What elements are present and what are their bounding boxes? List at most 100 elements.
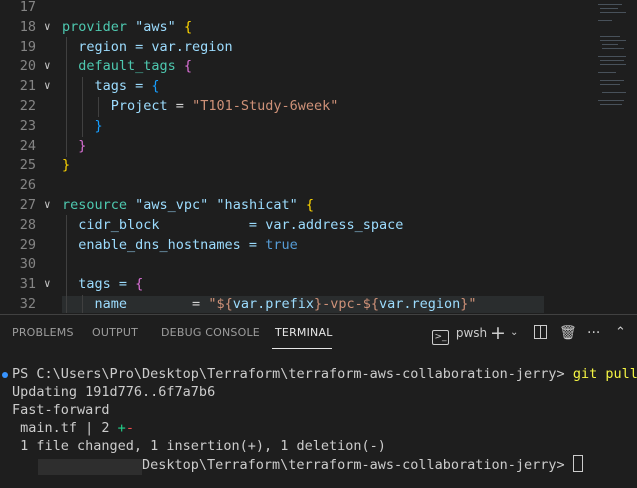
line-number: 25 bbox=[19, 157, 36, 174]
terminal-line: Desktop\Terraform\terraform-aws-collabor… bbox=[142, 455, 583, 473]
minimap-line bbox=[602, 92, 626, 93]
line-number: 31 bbox=[19, 276, 36, 293]
active-tab-indicator bbox=[272, 348, 332, 349]
tab-output[interactable]: OUTPUT bbox=[92, 326, 138, 339]
minimap-line bbox=[602, 44, 618, 45]
minimap-line bbox=[598, 56, 626, 57]
code-line[interactable]: 27 ∨ resource "aws_vpc" "hashicat" { bbox=[0, 195, 590, 215]
line-number: 29 bbox=[19, 236, 36, 253]
minimap-line bbox=[600, 80, 624, 81]
code-line[interactable]: 25} bbox=[0, 155, 590, 175]
fold-chevron-icon[interactable]: ∨ bbox=[44, 274, 58, 294]
code-line[interactable]: 31 ∨ tags = { bbox=[0, 274, 590, 294]
panel-tab-bar: PROBLEMS OUTPUT DEBUG CONSOLE TERMINAL >… bbox=[0, 315, 637, 351]
minimap-line bbox=[600, 12, 626, 13]
fold-chevron-icon[interactable]: ∨ bbox=[44, 76, 58, 96]
code-text: Project = "T101-Study-6week" bbox=[62, 98, 339, 114]
code-editor[interactable]: 17 18 ∨ provider "aws" {19 region = var.reg… bbox=[0, 0, 637, 313]
line-number: 24 bbox=[19, 137, 36, 154]
code-line[interactable]: 19 region = var.region bbox=[0, 37, 590, 57]
code-line[interactable]: 30 bbox=[0, 254, 590, 274]
tab-terminal[interactable]: TERMINAL bbox=[275, 326, 333, 339]
command-decoration-icon bbox=[2, 372, 8, 378]
minimap-line bbox=[600, 8, 618, 9]
diffstat-file: main.tf | 2 bbox=[12, 420, 118, 436]
line-number: 21 bbox=[19, 78, 36, 95]
line-number: 18 bbox=[19, 18, 36, 35]
line-number: 28 bbox=[19, 216, 36, 233]
shell-label: pwsh bbox=[455, 326, 488, 340]
code-line[interactable]: 28 cidr_block = var.address_space bbox=[0, 215, 590, 235]
minimap-line bbox=[598, 100, 624, 101]
shell-selector-button[interactable]: >_ pwsh bbox=[432, 323, 488, 345]
minimap-line bbox=[600, 36, 620, 37]
indent-guide bbox=[82, 77, 83, 137]
code-text: tags = { bbox=[62, 78, 160, 95]
indent-guide bbox=[82, 295, 83, 313]
terminal-command: git pull bbox=[572, 366, 637, 382]
terminal-line: main.tf | 2 +- bbox=[12, 419, 134, 437]
terminal-icon: >_ bbox=[432, 330, 449, 345]
code-text: resource "aws_vpc" "hashicat" { bbox=[62, 197, 314, 213]
terminal-line: 1 file changed, 1 insertion(+), 1 deleti… bbox=[12, 438, 386, 454]
code-text: provider "aws" { bbox=[62, 18, 193, 35]
code-text: enable_dns_hostnames = true bbox=[62, 236, 298, 253]
terminal-line: PS C:\Users\Pro\Desktop\Terraform\terraf… bbox=[12, 365, 637, 383]
line-number: 19 bbox=[19, 38, 36, 55]
tab-problems[interactable]: PROBLEMS bbox=[12, 326, 74, 339]
prompt-path: PS C:\Users\Pro\Desktop\Terraform\terraf… bbox=[12, 366, 573, 382]
diffstat-plus: + bbox=[117, 420, 126, 436]
indent-guide bbox=[66, 215, 67, 313]
code-text: name = "${var.prefix}-vpc-${var.region}" bbox=[62, 296, 477, 312]
code-line[interactable]: 22 Project = "T101-Study-6week" bbox=[0, 96, 590, 116]
chevron-down-icon[interactable]: ⌄ bbox=[510, 323, 518, 343]
indent-guide bbox=[98, 97, 99, 117]
diffstat-minus: - bbox=[125, 420, 134, 436]
code-text: cidr_block = var.address_space bbox=[62, 216, 404, 233]
code-line[interactable]: 20 ∨ default_tags { bbox=[0, 56, 590, 76]
terminal-line: Fast-forward bbox=[12, 402, 110, 418]
trash-icon[interactable]: 🗑 bbox=[559, 323, 577, 343]
fold-chevron-icon[interactable]: ∨ bbox=[44, 56, 58, 76]
code-line[interactable]: 18 ∨ provider "aws" { bbox=[0, 17, 590, 37]
code-line[interactable]: 23 } bbox=[0, 116, 590, 136]
code-line[interactable]: 26 bbox=[0, 175, 590, 195]
code-line[interactable]: 17 bbox=[0, 0, 590, 17]
code-text: } bbox=[62, 157, 71, 174]
code-line[interactable]: 29 enable_dns_hostnames = true bbox=[0, 235, 590, 255]
code-line[interactable]: 24 } bbox=[0, 136, 590, 156]
code-line[interactable]: 32 name = "${var.prefix}-vpc-${var.regio… bbox=[0, 294, 590, 313]
line-number: 32 bbox=[19, 296, 36, 312]
chevron-up-icon[interactable]: ⌃ bbox=[615, 323, 626, 343]
minimap-line bbox=[600, 84, 620, 85]
code-text: default_tags { bbox=[62, 58, 193, 75]
minimap-line bbox=[602, 48, 624, 49]
line-number: 23 bbox=[19, 117, 36, 134]
line-number: 30 bbox=[19, 256, 36, 273]
prompt-path-partial: Desktop\Terraform\terraform-aws-collabor… bbox=[142, 457, 573, 473]
minimap-line bbox=[598, 72, 616, 73]
terminal-line: Updating 191d776..6f7a7b6 bbox=[12, 384, 216, 400]
editor-vertical-scrollbar[interactable] bbox=[626, 0, 637, 313]
redacted-text bbox=[38, 459, 142, 475]
line-number: 20 bbox=[19, 58, 36, 75]
fold-chevron-icon[interactable]: ∨ bbox=[44, 195, 58, 215]
minimap-line bbox=[600, 60, 624, 61]
code-line[interactable]: 21 ∨ tags = { bbox=[0, 76, 590, 96]
fold-chevron-icon[interactable]: ∨ bbox=[44, 17, 58, 37]
line-number: 26 bbox=[19, 177, 36, 194]
split-icon[interactable] bbox=[534, 323, 547, 343]
code-text: tags = { bbox=[62, 276, 144, 293]
line-number: 27 bbox=[19, 197, 36, 213]
plus-icon[interactable]: + bbox=[490, 323, 506, 343]
bottom-panel: PROBLEMS OUTPUT DEBUG CONSOLE TERMINAL >… bbox=[0, 314, 637, 488]
minimap-line bbox=[600, 104, 622, 105]
minimap-line bbox=[600, 64, 626, 65]
minimap-line bbox=[598, 4, 622, 5]
more-icon[interactable]: ··· bbox=[587, 323, 600, 343]
terminal-cursor bbox=[572, 455, 583, 472]
indent-guide bbox=[66, 37, 67, 157]
minimap-line bbox=[600, 40, 626, 41]
tab-debug-console[interactable]: DEBUG CONSOLE bbox=[161, 326, 260, 339]
minimap-line bbox=[598, 20, 612, 21]
